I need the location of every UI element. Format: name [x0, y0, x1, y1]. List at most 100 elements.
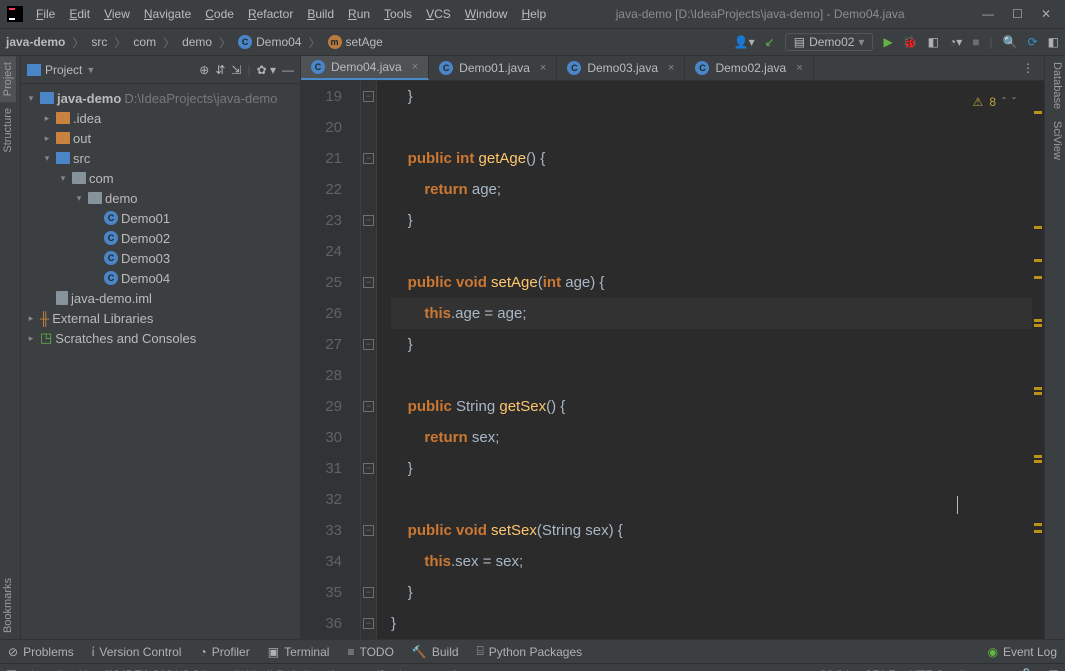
run-config-selector[interactable]: ▤ Demo02 ▾: [785, 33, 874, 51]
menu-vcs[interactable]: VCS: [420, 4, 457, 24]
breadcrumb-class[interactable]: Demo04: [256, 35, 301, 49]
breadcrumb-com[interactable]: com: [133, 35, 156, 49]
fold-marker[interactable]: −: [363, 463, 374, 474]
tree-node[interactable]: ▸╫External Libraries: [21, 308, 300, 328]
tree-node[interactable]: ▸◳Scratches and Consoles: [21, 328, 300, 348]
run-icon[interactable]: ▶: [883, 35, 892, 49]
chevron-icon[interactable]: ▾: [57, 173, 69, 184]
menu-tools[interactable]: Tools: [378, 4, 418, 24]
tree-node[interactable]: CDemo03: [21, 248, 300, 268]
menu-code[interactable]: Code: [199, 4, 240, 24]
fold-marker[interactable]: −: [363, 215, 374, 226]
tree-node[interactable]: CDemo04: [21, 268, 300, 288]
tool-vcs[interactable]: ἰVersion Control: [92, 645, 182, 659]
encoding[interactable]: UTF-8: [909, 668, 943, 671]
menu-refactor[interactable]: Refactor: [242, 4, 299, 24]
menu-view[interactable]: View: [98, 4, 136, 24]
fold-marker[interactable]: −: [363, 525, 374, 536]
code-line[interactable]: public String getSex() {: [391, 391, 1032, 422]
hide-panel-icon[interactable]: —: [282, 63, 294, 77]
chevron-icon[interactable]: ▾: [25, 93, 37, 104]
code-line[interactable]: [391, 236, 1032, 267]
collapse-all-icon[interactable]: ⇲: [231, 63, 241, 77]
maximize-button[interactable]: ☐: [1012, 7, 1023, 21]
close-tab-icon[interactable]: ×: [412, 61, 418, 73]
caret-position[interactable]: 26:24: [820, 668, 850, 671]
project-tree[interactable]: ▾java-demo D:\IdeaProjects\java-demo▸.id…: [21, 84, 300, 352]
tool-event-log[interactable]: ◉Event Log: [987, 645, 1057, 659]
error-stripe[interactable]: [1032, 81, 1044, 639]
code-line[interactable]: public int getAge() {: [391, 143, 1032, 174]
code-line[interactable]: return sex;: [391, 422, 1032, 453]
tree-node[interactable]: ▾src: [21, 148, 300, 168]
minimize-button[interactable]: —: [982, 7, 994, 21]
fold-marker[interactable]: −: [363, 401, 374, 412]
tool-sciview[interactable]: SciView: [1045, 115, 1065, 166]
code-editor[interactable]: ⚠ 8 ˆˇ } public int getAge() { return ag…: [377, 81, 1032, 639]
breadcrumb-project[interactable]: java-demo: [6, 35, 65, 49]
menu-build[interactable]: Build: [301, 4, 340, 24]
fold-marker[interactable]: −: [363, 618, 374, 629]
editor-tab[interactable]: CDemo02.java×: [685, 56, 813, 80]
coverage-icon[interactable]: ◧: [928, 35, 939, 49]
code-line[interactable]: [391, 360, 1032, 391]
code-line[interactable]: public void setSex(String sex) {: [391, 515, 1032, 546]
tool-python-packages[interactable]: ⌸Python Packages: [477, 644, 583, 659]
code-line[interactable]: }: [391, 205, 1032, 236]
breadcrumb-src[interactable]: src: [91, 35, 107, 49]
code-line[interactable]: this.sex = sex;: [391, 546, 1032, 577]
readonly-icon[interactable]: 🔓: [1019, 668, 1034, 671]
tree-node[interactable]: CDemo01: [21, 208, 300, 228]
status-icon[interactable]: ☐: [6, 668, 17, 671]
menu-run[interactable]: Run: [342, 4, 376, 24]
editor-tab[interactable]: CDemo04.java×: [301, 56, 429, 80]
fold-marker[interactable]: −: [363, 587, 374, 598]
code-line[interactable]: }: [391, 329, 1032, 360]
breadcrumb-method[interactable]: setAge: [346, 35, 383, 49]
tree-node[interactable]: CDemo02: [21, 228, 300, 248]
tree-node[interactable]: java-demo.iml: [21, 288, 300, 308]
tool-build[interactable]: 🔨Build: [412, 645, 459, 659]
code-line[interactable]: }: [391, 81, 1032, 112]
code-line[interactable]: this.age = age;: [391, 298, 1032, 329]
tabs-more-icon[interactable]: ⋮: [1012, 56, 1044, 80]
status-message[interactable]: Localized IntelliJ IDEA 2021.3.3 is avai…: [31, 668, 806, 671]
close-button[interactable]: ✕: [1041, 7, 1051, 21]
expand-all-icon[interactable]: ⇵: [215, 63, 225, 77]
code-line[interactable]: }: [391, 453, 1032, 484]
close-tab-icon[interactable]: ×: [540, 62, 546, 74]
search-icon[interactable]: 🔍: [1003, 35, 1018, 49]
tool-structure[interactable]: Structure: [0, 102, 16, 159]
tree-node[interactable]: ▾demo: [21, 188, 300, 208]
fold-marker[interactable]: −: [363, 339, 374, 350]
menu-navigate[interactable]: Navigate: [138, 4, 197, 24]
settings-icon[interactable]: ✿ ▾: [257, 63, 276, 77]
tool-database[interactable]: Database: [1045, 56, 1065, 115]
code-line[interactable]: return age;: [391, 174, 1032, 205]
add-config-icon[interactable]: 👤▾: [734, 35, 755, 49]
code-line[interactable]: public void setAge(int age) {: [391, 267, 1032, 298]
fold-gutter[interactable]: −−−−−−−−−−: [361, 81, 377, 639]
tool-todo[interactable]: ≡TODO: [347, 645, 393, 659]
code-line[interactable]: [391, 484, 1032, 515]
tree-node[interactable]: ▸out: [21, 128, 300, 148]
editor-tab[interactable]: CDemo01.java×: [429, 56, 557, 80]
tool-bookmarks[interactable]: Bookmarks: [0, 572, 16, 639]
close-tab-icon[interactable]: ×: [796, 62, 802, 74]
code-line[interactable]: [391, 112, 1032, 143]
close-tab-icon[interactable]: ×: [668, 62, 674, 74]
chevron-icon[interactable]: ▸: [25, 313, 37, 324]
code-line[interactable]: }: [391, 608, 1032, 639]
breadcrumb[interactable]: java-demo 〉src 〉com 〉demo 〉CDemo04 〉mset…: [6, 34, 383, 51]
tool-terminal[interactable]: ▣Terminal: [268, 645, 330, 659]
tool-problems[interactable]: ⊘Problems: [8, 645, 74, 659]
tree-node[interactable]: ▾java-demo D:\IdeaProjects\java-demo: [21, 88, 300, 108]
debug-icon[interactable]: 🐞: [903, 35, 918, 49]
menu-edit[interactable]: Edit: [63, 4, 96, 24]
code-line[interactable]: }: [391, 577, 1032, 608]
fold-marker[interactable]: −: [363, 91, 374, 102]
project-view-selector[interactable]: Project ▼: [27, 63, 95, 77]
editor-tab[interactable]: CDemo03.java×: [557, 56, 685, 80]
inspection-badge[interactable]: ⚠ 8 ˆˇ: [973, 87, 1016, 118]
tree-node[interactable]: ▸.idea: [21, 108, 300, 128]
